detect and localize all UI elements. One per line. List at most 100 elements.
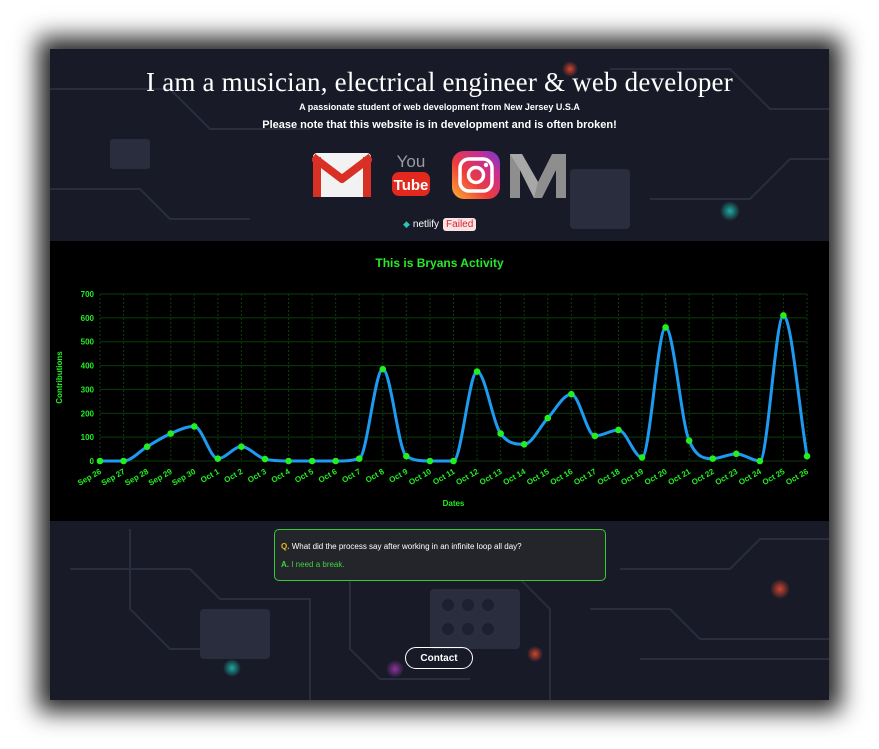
- data-point: [426, 457, 434, 465]
- social-links: You Tube: [310, 150, 572, 200]
- medium-link[interactable]: [508, 150, 568, 200]
- badge-provider: netlify: [412, 218, 440, 230]
- data-point: [662, 324, 669, 331]
- y-tick-label: 100: [81, 433, 95, 442]
- page-subtitle: A passionate student of web development …: [299, 102, 580, 112]
- data-point: [685, 437, 693, 445]
- data-point: [520, 441, 528, 448]
- data-point: [615, 426, 622, 434]
- data-point: [638, 454, 646, 461]
- joke-question: Q. What did the process say after workin…: [281, 542, 522, 551]
- data-point: [261, 455, 269, 463]
- activity-chart: 0 100 200 300 400 500 600 700 Sep 26Sep 27Sep 28…: [55, 290, 811, 508]
- x-tick-label: Oct 6: [317, 467, 339, 485]
- x-tick-label: Oct 9: [388, 467, 410, 485]
- joke-card: Q. What did the process say after workin…: [274, 529, 606, 581]
- y-tick-label: 500: [81, 338, 95, 347]
- page-title: I am a musician, electrical engineer & w…: [146, 67, 733, 97]
- data-point: [544, 414, 552, 422]
- data-point: [190, 423, 198, 430]
- x-tick-label: Oct 22: [690, 467, 716, 487]
- x-tick-label: Oct 2: [223, 467, 245, 485]
- x-tick-label: Oct 20: [643, 467, 669, 487]
- x-tick-label: Sep 30: [170, 467, 197, 488]
- gmail-link[interactable]: [310, 150, 374, 200]
- youtube-label-top: You: [397, 152, 426, 171]
- x-tick-label: Oct 14: [502, 467, 528, 487]
- x-tick-label: Oct 13: [478, 467, 504, 487]
- joke-answer-text: I need a break.: [291, 560, 345, 569]
- data-point: [238, 443, 245, 450]
- y-tick-label: 700: [81, 290, 95, 299]
- y-axis-label: Contributions: [55, 351, 64, 404]
- data-point: [167, 430, 174, 437]
- joke-answer: A. I need a break.: [281, 560, 345, 569]
- x-tick-label: Oct 15: [525, 467, 551, 487]
- data-point: [403, 452, 410, 460]
- data-point: [120, 457, 127, 465]
- instagram-icon: [452, 151, 500, 199]
- data-point: [473, 368, 481, 375]
- gmail-icon: [310, 153, 374, 197]
- netlify-icon: ◆: [403, 218, 410, 229]
- youtube-icon: You Tube: [392, 152, 430, 196]
- data-point: [756, 457, 764, 465]
- data-point: [355, 455, 363, 462]
- x-tick-label: Oct 12: [454, 467, 480, 487]
- x-tick-label: Oct 8: [364, 467, 386, 485]
- data-point: [96, 457, 104, 465]
- y-tick-label: 600: [81, 314, 95, 323]
- youtube-label-bottom: Tube: [394, 177, 429, 194]
- x-tick-label: Oct 7: [340, 467, 362, 485]
- y-tick-label: 0: [90, 457, 95, 466]
- instagram-link[interactable]: [446, 150, 506, 200]
- data-point: [214, 455, 222, 462]
- x-tick-label: Oct 16: [549, 467, 575, 487]
- youtube-link[interactable]: You Tube: [384, 150, 444, 200]
- data-point: [285, 457, 292, 465]
- data-point: [803, 452, 811, 460]
- data-point: [568, 390, 575, 398]
- x-tick-label: Oct 10: [407, 467, 433, 487]
- x-axis-label: Dates: [443, 499, 465, 508]
- x-tick-label: Oct 11: [431, 467, 457, 487]
- joke-question-text: What did the process say after working i…: [291, 542, 522, 551]
- netlify-status-badge[interactable]: ◆ netlify Failed: [403, 217, 477, 231]
- x-tick-label: Oct 5: [293, 467, 315, 485]
- x-tick-label: Oct 17: [572, 467, 598, 487]
- x-tick-label: Oct 21: [666, 467, 692, 487]
- data-point: [591, 432, 599, 440]
- joke-question-label: Q.: [281, 542, 290, 551]
- x-tick-label: Sep 26: [76, 467, 103, 488]
- dev-notice: Please note that this website is in deve…: [262, 119, 617, 131]
- data-point: [733, 450, 740, 458]
- joke-answer-label: A.: [281, 560, 289, 569]
- data-point: [780, 312, 787, 319]
- x-tick-label: Oct 3: [246, 467, 268, 485]
- x-tick-label: Oct 24: [737, 467, 763, 487]
- data-point: [497, 430, 504, 437]
- x-tick-label: Sep 27: [100, 467, 127, 488]
- x-tick-label: Sep 28: [123, 467, 150, 488]
- x-tick-label: Sep 29: [147, 467, 174, 488]
- data-point: [308, 457, 316, 465]
- x-tick-label: Oct 19: [619, 467, 645, 487]
- data-point: [332, 457, 339, 465]
- x-tick-label: Oct 23: [714, 467, 740, 487]
- x-tick-label: Oct 1: [199, 467, 221, 485]
- data-point: [379, 365, 387, 373]
- data-point: [450, 457, 457, 465]
- x-tick-label: Oct 25: [761, 467, 787, 487]
- medium-icon: [510, 154, 566, 198]
- y-tick-label: 200: [81, 409, 95, 418]
- data-point: [143, 443, 151, 450]
- x-tick-label: Oct 4: [270, 467, 292, 485]
- data-point: [709, 455, 717, 462]
- y-tick-label: 300: [81, 385, 95, 394]
- activity-chart-panel: This is Bryans Activity 0 100 200 300 400 500…: [50, 241, 829, 521]
- contact-button[interactable]: Contact: [405, 647, 473, 669]
- hero-section: I am a musician, electrical engineer & w…: [50, 49, 829, 241]
- y-tick-label: 400: [81, 362, 95, 371]
- page-frame: I am a musician, electrical engineer & w…: [50, 49, 829, 700]
- badge-status: Failed: [443, 217, 477, 231]
